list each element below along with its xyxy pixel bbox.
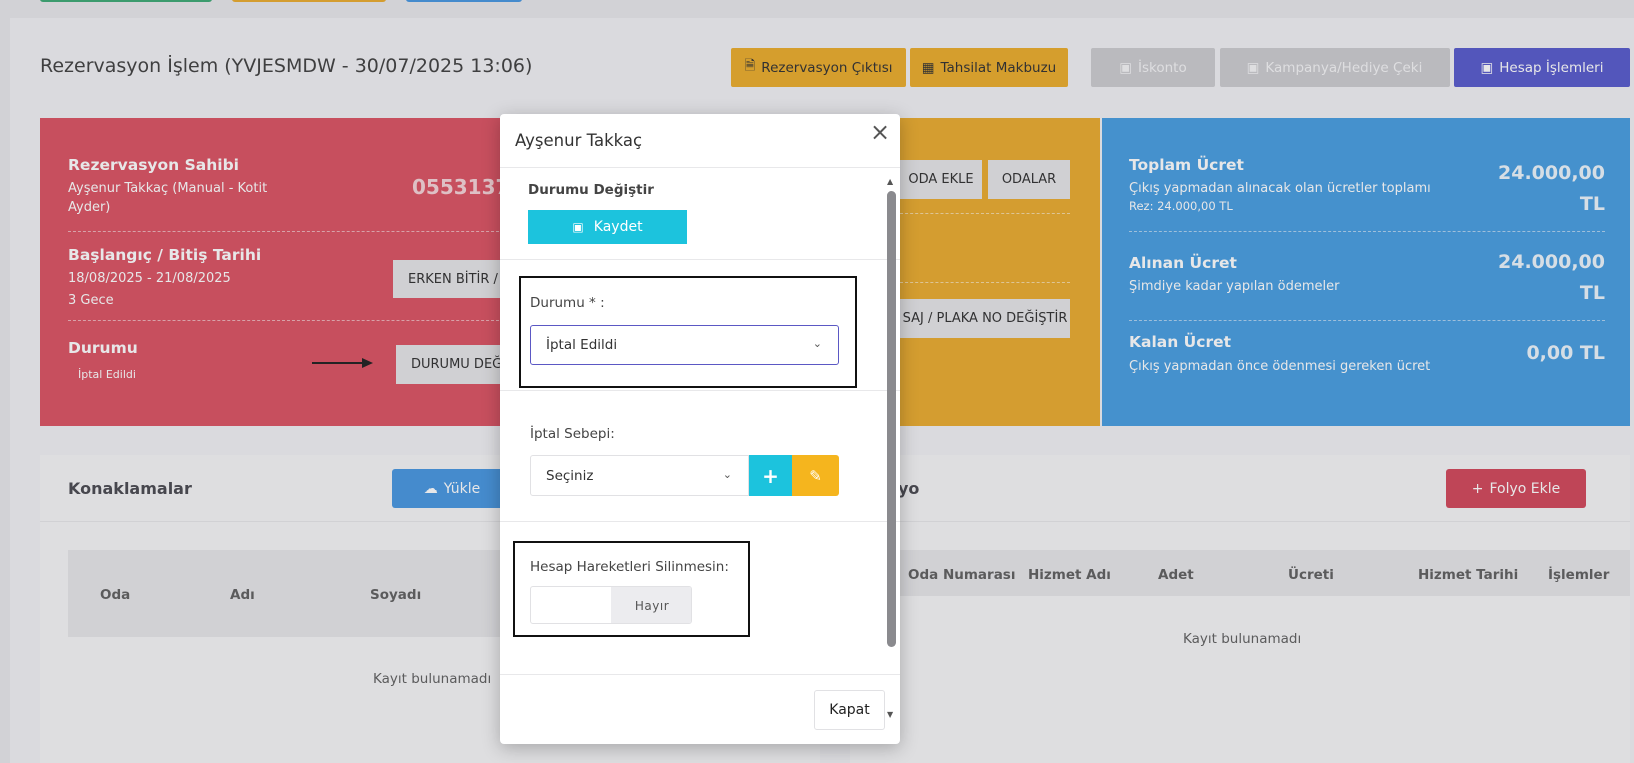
edit-reason-button[interactable]: ✎: [792, 455, 839, 496]
scrollbar-thumb[interactable]: [887, 191, 896, 647]
status-field-label: Durumu * :: [530, 295, 605, 311]
plus-icon: +: [762, 463, 779, 488]
chevron-down-icon: ⌄: [812, 337, 822, 350]
cancel-reason-select[interactable]: Seçiniz ⌄: [530, 455, 749, 496]
scroll-up-icon[interactable]: ▲: [887, 177, 893, 186]
close-button[interactable]: Kapat: [814, 690, 885, 730]
modal-scrollbar[interactable]: ▲ ▼: [886, 177, 898, 722]
toggle-off-label: Hayır: [611, 587, 691, 623]
status-modal: Ayşenur Takkaç × Durumu Değiştir ▣ Kayde…: [500, 114, 900, 744]
cancel-reason-label: İptal Sebepi:: [530, 426, 615, 442]
add-reason-button[interactable]: +: [749, 455, 792, 496]
edit-icon: ✎: [809, 466, 822, 485]
keep-transactions-toggle[interactable]: Hayır: [530, 586, 692, 624]
save-button[interactable]: ▣ Kaydet: [528, 210, 687, 244]
scroll-down-icon[interactable]: ▼: [887, 710, 893, 719]
chevron-down-icon: ⌄: [722, 468, 732, 481]
floppy-icon: ▣: [572, 220, 584, 234]
status-select[interactable]: İptal Edildi ⌄: [530, 325, 839, 365]
modal-title: Ayşenur Takkaç: [515, 131, 643, 150]
section-title: Durumu Değiştir: [528, 182, 654, 198]
close-icon[interactable]: ×: [870, 118, 890, 146]
keep-transactions-label: Hesap Hareketleri Silinmesin:: [530, 559, 729, 575]
